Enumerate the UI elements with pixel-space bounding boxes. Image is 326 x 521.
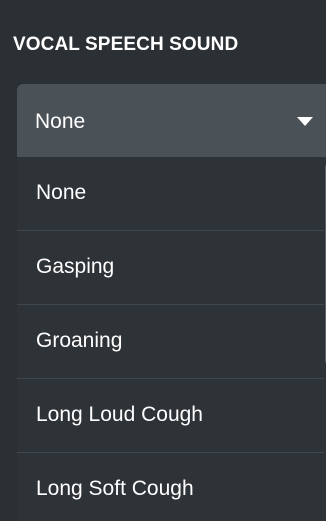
menu-item-label: Gasping xyxy=(36,255,115,278)
menu-item-label: Groaning xyxy=(36,329,123,352)
menu-item-none[interactable]: None xyxy=(17,157,324,231)
vocal-speech-sound-select[interactable]: None xyxy=(17,84,326,157)
menu-item-gasping[interactable]: Gasping xyxy=(17,231,324,305)
section-label: VOCAL SPEECH SOUND xyxy=(13,34,239,55)
menu-item-long-soft-cough[interactable]: Long Soft Cough xyxy=(17,453,324,521)
menu-item-label: Long Soft Cough xyxy=(36,477,194,500)
menu-item-groaning[interactable]: Groaning xyxy=(17,305,324,379)
select-value: None xyxy=(35,110,86,133)
menu-item-label: None xyxy=(36,181,87,204)
dropdown-menu: None Gasping Groaning Long Loud Cough Lo… xyxy=(17,157,326,521)
caret-down-icon xyxy=(297,117,313,126)
menu-item-label: Long Loud Cough xyxy=(36,403,203,426)
menu-item-long-loud-cough[interactable]: Long Loud Cough xyxy=(17,379,324,453)
vocal-speech-sound-panel: VOCAL SPEECH SOUND None None Gasping Gro… xyxy=(0,0,326,521)
